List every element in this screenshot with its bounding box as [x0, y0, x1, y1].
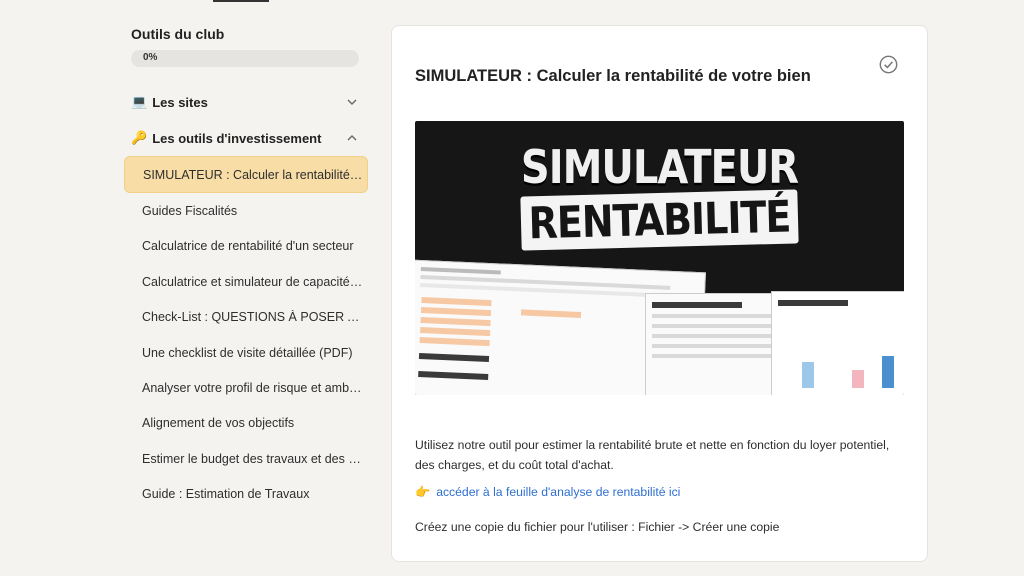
course-sidebar: Outils du club 0% 💻 Les sites 🔑 Les outi…: [124, 26, 368, 512]
lesson-description: Utilisez notre outil pour estimer la ren…: [415, 438, 890, 472]
laptop-icon: 💻: [131, 94, 148, 109]
lesson-item[interactable]: Une checklist de visite détaillée (PDF): [124, 335, 368, 370]
spreadsheet-link[interactable]: 👉 accéder à la feuille d'analyse de rent…: [415, 485, 680, 499]
section-label: Les sites: [152, 94, 208, 110]
section-les-sites[interactable]: 💻 Les sites: [131, 90, 359, 114]
lesson-list: SIMULATEUR : Calculer la rentabilité de …: [124, 156, 368, 512]
chevron-down-icon: [347, 99, 357, 105]
lesson-item-active[interactable]: SIMULATEUR : Calculer la rentabilité de …: [124, 156, 368, 194]
hero-title-line1: SIMULATEUR: [520, 141, 799, 195]
lesson-title: SIMULATEUR : Calculer la rentabilité de …: [415, 67, 811, 86]
hero-image: SIMULATEUR RENTABILITÉ: [415, 121, 904, 395]
lesson-item[interactable]: Estimer le budget des travaux et des coû…: [124, 441, 368, 476]
hero-title-line2: RENTABILITÉ: [528, 191, 791, 249]
link-label: accéder à la feuille d'analyse de rentab…: [436, 485, 681, 499]
section-outils-investissement[interactable]: 🔑 Les outils d'investissement: [131, 126, 359, 150]
progress-label: 0%: [143, 52, 158, 63]
lesson-item[interactable]: Guides Fiscalités: [124, 193, 368, 228]
lesson-item[interactable]: Analyser votre profil de risque et ambit…: [124, 370, 368, 405]
chart-preview: [771, 291, 904, 395]
complete-check-icon[interactable]: [879, 55, 898, 74]
lesson-item[interactable]: Check-List : QUESTIONS À POSER AUX VENDE…: [124, 300, 368, 335]
section-label: Les outils d'investissement: [152, 130, 322, 146]
pointing-hand-icon: 👉: [415, 485, 431, 499]
copy-instruction: Créez une copie du fichier pour l'utilis…: [415, 520, 780, 534]
lesson-item[interactable]: Guide : Estimation de Travaux: [124, 477, 368, 512]
lesson-card: SIMULATEUR : Calculer la rentabilité de …: [391, 25, 928, 562]
lesson-item[interactable]: Calculatrice de rentabilité d'un secteur: [124, 229, 368, 264]
progress-bar: 0%: [131, 50, 359, 67]
top-tab-indicator: [213, 0, 269, 2]
sidebar-title: Outils du club: [131, 26, 225, 42]
hero-title-box: RENTABILITÉ: [520, 189, 799, 251]
key-icon: 🔑: [131, 130, 148, 145]
lesson-item[interactable]: Alignement de vos objectifs: [124, 406, 368, 441]
lesson-item[interactable]: Calculatrice et simulateur de capacité d…: [124, 264, 368, 299]
chevron-up-icon: [347, 135, 357, 141]
